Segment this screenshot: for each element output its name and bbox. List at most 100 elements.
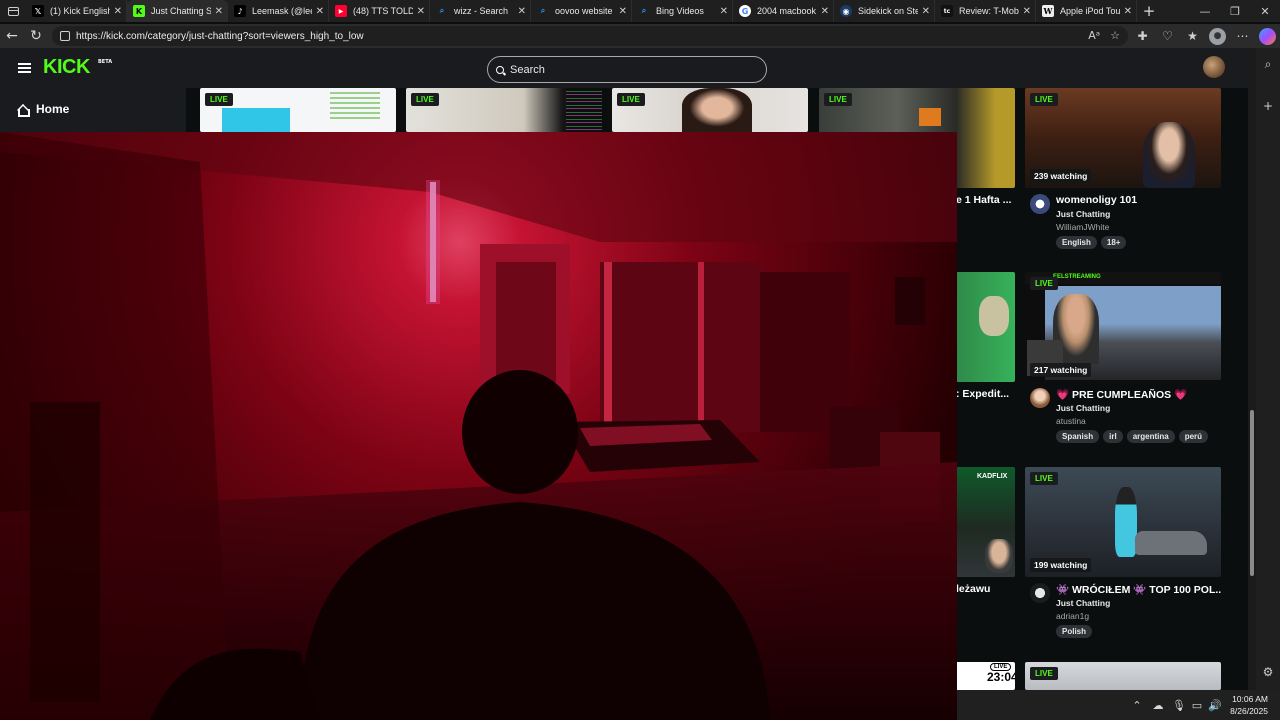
close-icon[interactable]: ✕ <box>417 6 425 17</box>
close-icon[interactable]: ✕ <box>518 6 526 17</box>
google-logo-icon: G <box>739 5 751 17</box>
sidebar-item-home[interactable]: Home <box>16 102 69 117</box>
browser-tab-wikipedia[interactable]: W Apple iPod Touc ✕ <box>1036 0 1137 22</box>
stream-title[interactable]: womenoligy 101 <box>1056 194 1221 206</box>
stream-title[interactable]: e 1 Hafta ... <box>956 194 1011 206</box>
tag[interactable]: Polish <box>1056 625 1093 638</box>
channel-name[interactable]: adrian1g <box>1056 611 1089 621</box>
stream-title[interactable]: : Expedit... <box>956 388 1009 400</box>
stream-title[interactable]: 👾 WRÓCIŁEM 👾 TOP 100 POL... <box>1056 583 1221 596</box>
new-tab-button[interactable]: + <box>1137 0 1161 22</box>
close-icon[interactable]: ✕ <box>215 6 223 17</box>
browser-tab-kick[interactable]: K Just Chatting Str ✕ <box>127 0 228 22</box>
channel-avatar[interactable] <box>1030 194 1050 214</box>
page-scrollbar[interactable] <box>1248 48 1256 690</box>
favorite-star-icon[interactable]: ☆ <box>1110 29 1120 42</box>
close-icon[interactable]: ✕ <box>922 6 930 17</box>
stream-thumbnail[interactable]: LIVE <box>200 88 396 132</box>
tag[interactable]: English <box>1056 236 1097 249</box>
minimize-button[interactable]: — <box>1190 0 1220 22</box>
stream-category[interactable]: Just Chatting <box>1056 209 1110 219</box>
copilot-icon[interactable] <box>1259 27 1276 45</box>
gear-icon[interactable]: ⚙ <box>1260 664 1276 680</box>
stream-category[interactable]: Just Chatting <box>1056 598 1110 608</box>
search-icon[interactable]: ⌕ <box>1260 56 1276 72</box>
url-field[interactable]: https://kick.com/category/just-chatting?… <box>52 26 1128 46</box>
browser-tab-bar: 𝕏 (1) Kick English I ✕ K Just Chatting S… <box>0 0 1280 22</box>
channel-name[interactable]: atustina <box>1056 416 1086 426</box>
browser-tab-youtube[interactable]: ▶ (48) TTS TOLD HI ✕ <box>329 0 430 22</box>
system-clock[interactable]: 10:06 AM 8/26/2025 <box>1226 693 1268 717</box>
menu-icon[interactable] <box>18 63 31 73</box>
restore-button[interactable]: ❐ <box>1220 0 1250 22</box>
channel-name[interactable]: WilliamJWhite <box>1056 222 1109 232</box>
tab-label: (1) Kick English I <box>50 6 110 16</box>
close-icon[interactable]: ✕ <box>720 6 728 17</box>
scrollbar-thumb[interactable] <box>1250 410 1254 576</box>
tag[interactable]: irl <box>1103 430 1123 443</box>
browser-tab-steam[interactable]: ◉ Sidekick on Stea ✕ <box>834 0 935 22</box>
back-button[interactable]: ← <box>0 24 24 48</box>
close-icon[interactable]: ✕ <box>316 6 324 17</box>
browser-tab-oovoo-search[interactable]: ⌕ oovoo website - ✕ <box>531 0 632 22</box>
thumbnail-content <box>1115 487 1137 557</box>
stream-thumbnail[interactable]: LIVE <box>612 88 808 132</box>
stream-thumbnail[interactable]: EELSTREAMING LIVE 217 watching <box>1025 272 1221 382</box>
close-icon[interactable]: ✕ <box>1023 6 1031 17</box>
extensions-icon[interactable]: ✚ <box>1134 28 1151 45</box>
thumbnail-content <box>566 88 602 132</box>
browser-tab-google[interactable]: G 2004 macbook ✕ <box>733 0 834 22</box>
stream-thumbnail[interactable]: LIVE 199 watching <box>1025 467 1221 577</box>
tab-actions-button[interactable] <box>0 0 26 22</box>
browser-essentials-icon[interactable]: ♡ <box>1159 28 1176 45</box>
tag[interactable]: 18+ <box>1100 236 1127 249</box>
browser-tab-tiktok[interactable]: ♪ Leemask (@leem ✕ <box>228 0 329 22</box>
tag[interactable]: argentina <box>1126 430 1175 443</box>
chevron-up-icon[interactable]: ⌃ <box>1129 697 1145 713</box>
browser-tab-review[interactable]: tc Review: T-Mobil ✕ <box>935 0 1036 22</box>
site-info-icon[interactable] <box>60 31 70 41</box>
display-icon[interactable]: ▭ <box>1189 697 1205 713</box>
close-icon[interactable]: ✕ <box>619 6 627 17</box>
thumbnail-content <box>1135 531 1207 555</box>
user-avatar[interactable] <box>1203 56 1225 78</box>
thumbnail-clock: 23:04 <box>987 670 1015 684</box>
kick-logo[interactable]: KICK <box>43 56 90 79</box>
stream-thumbnail[interactable]: LIVE <box>1025 662 1221 690</box>
channel-avatar[interactable] <box>1030 388 1050 408</box>
thumbnail-content <box>222 108 290 132</box>
stream-category[interactable]: Just Chatting <box>1056 403 1110 413</box>
browser-tab-wizz-search[interactable]: ⌕ wizz - Search ✕ <box>430 0 531 22</box>
omnibox-actions: Aᵃ ☆ <box>1088 29 1120 42</box>
plus-icon[interactable]: + <box>1260 98 1276 114</box>
beta-badge: BETA <box>98 59 113 65</box>
browser-tab-bing-videos[interactable]: ⌕ Bing Videos ✕ <box>632 0 733 22</box>
profile-avatar-icon[interactable]: ● <box>1209 27 1226 45</box>
stream-title[interactable]: 💗 PRE CUMPLEAÑOS 💗 <box>1056 388 1221 401</box>
site-header: KICK BETA <box>0 48 1248 88</box>
floating-video-player[interactable] <box>0 132 957 720</box>
stream-title[interactable]: leżawu <box>956 583 990 595</box>
live-badge: LIVE <box>1030 93 1058 106</box>
search-input[interactable] <box>510 63 750 76</box>
tag[interactable]: Spanish <box>1056 430 1100 443</box>
live-badge: LIVE <box>617 93 645 106</box>
close-icon[interactable]: ✕ <box>821 6 829 17</box>
reload-button[interactable]: ↻ <box>24 24 48 48</box>
close-window-button[interactable]: ✕ <box>1250 0 1280 22</box>
channel-avatar[interactable] <box>1030 583 1050 603</box>
tiktok-logo-icon: ♪ <box>234 5 246 17</box>
stream-thumbnail[interactable]: LIVE <box>406 88 602 132</box>
volume-icon[interactable]: 🔊 <box>1207 697 1223 713</box>
search-box[interactable] <box>487 56 767 83</box>
microphone-icon[interactable]: 🎙 <box>1171 697 1187 713</box>
close-icon[interactable]: ✕ <box>114 6 122 17</box>
stream-thumbnail[interactable]: LIVE 239 watching <box>1025 88 1221 188</box>
browser-tab-x[interactable]: 𝕏 (1) Kick English I ✕ <box>26 0 127 22</box>
read-aloud-icon[interactable]: Aᵃ <box>1088 29 1100 42</box>
tag[interactable]: perú <box>1178 430 1209 443</box>
weather-icon[interactable]: ☁ <box>1150 697 1166 713</box>
more-options-icon[interactable]: ⋯ <box>1234 28 1251 45</box>
favorites-icon[interactable]: ★ <box>1184 28 1201 45</box>
close-icon[interactable]: ✕ <box>1124 6 1132 17</box>
